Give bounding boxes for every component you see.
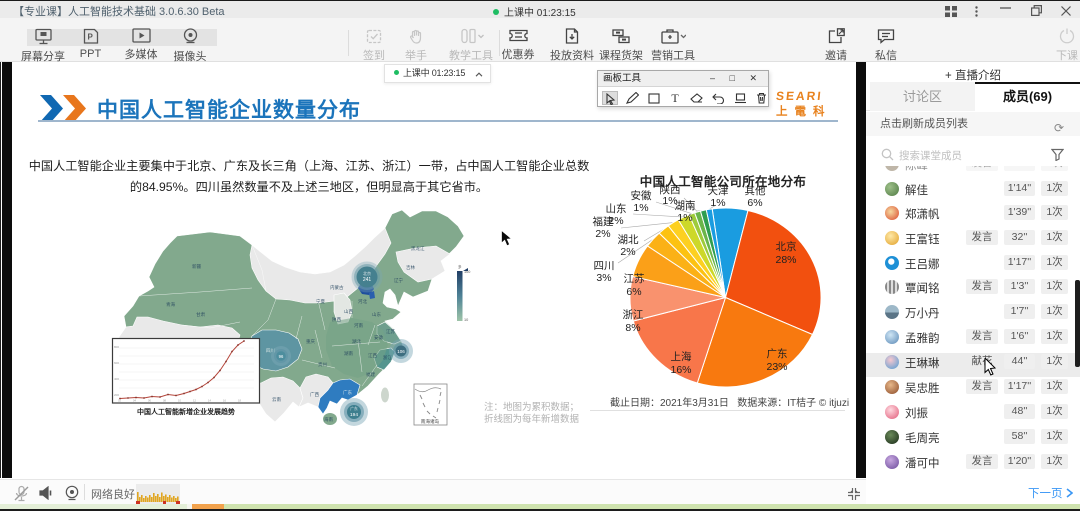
- svg-text:青海: 青海: [166, 301, 175, 308]
- svg-text:甘肃: 甘肃: [196, 311, 205, 318]
- svg-text:天津: 天津: [708, 185, 729, 197]
- svg-text:陕西: 陕西: [332, 316, 341, 323]
- svg-text:2%: 2%: [595, 228, 610, 240]
- svg-text:96: 96: [279, 354, 284, 359]
- svg-text:河北: 河北: [358, 298, 367, 305]
- svg-text:四川: 四川: [594, 260, 615, 272]
- svg-text:广东: 广东: [343, 389, 352, 396]
- svg-text:广东: 广东: [350, 406, 358, 411]
- svg-text:8%: 8%: [625, 322, 640, 334]
- svg-text:3%: 3%: [596, 272, 611, 284]
- svg-text:16%: 16%: [670, 364, 691, 376]
- svg-text:湖南: 湖南: [675, 199, 696, 212]
- svg-text:截止日期：2021年3月31日 数据来源：IT桔子 ©: 截止日期：2021年3月31日 数据来源：IT桔子 © itjuzi.com: [610, 396, 850, 409]
- svg-text:28%: 28%: [775, 254, 796, 266]
- svg-text:南海诸岛: 南海诸岛: [421, 418, 440, 425]
- svg-text:10: 10: [464, 318, 468, 322]
- svg-text:新疆: 新疆: [192, 263, 201, 270]
- svg-text:山西: 山西: [344, 308, 353, 315]
- svg-text:241: 241: [363, 277, 372, 283]
- svg-text:福建: 福建: [366, 371, 375, 378]
- svg-text:浙江: 浙江: [623, 309, 644, 321]
- svg-text:江苏: 江苏: [386, 328, 395, 335]
- svg-text:海南: 海南: [324, 416, 333, 423]
- svg-text:贵州: 贵州: [318, 361, 327, 368]
- svg-text:江西: 江西: [368, 352, 377, 359]
- svg-text:内蒙古: 内蒙古: [330, 284, 344, 291]
- svg-text:中国人工智能新增企业发展趋势: 中国人工智能新增企业发展趋势: [137, 407, 235, 416]
- svg-text:湖北: 湖北: [618, 234, 639, 246]
- svg-text:6%: 6%: [626, 286, 641, 298]
- svg-text:宁夏: 宁夏: [316, 298, 325, 304]
- svg-text:400: 400: [114, 377, 119, 381]
- svg-text:多: 多: [458, 264, 462, 269]
- svg-text:1%: 1%: [677, 212, 692, 224]
- svg-text:600: 600: [114, 361, 119, 365]
- svg-text:安徽: 安徽: [631, 189, 652, 202]
- svg-text:云南: 云南: [272, 396, 281, 403]
- svg-text:194: 194: [350, 412, 358, 418]
- svg-text:吉林: 吉林: [406, 264, 415, 271]
- svg-text:1%: 1%: [710, 197, 725, 209]
- svg-text:湖北: 湖北: [352, 338, 361, 345]
- svg-text:23%: 23%: [766, 361, 787, 373]
- svg-text:黑龙江: 黑龙江: [411, 245, 425, 252]
- svg-text:北京: 北京: [776, 240, 797, 253]
- svg-text:北京: 北京: [363, 270, 371, 276]
- svg-text:2%: 2%: [608, 215, 623, 227]
- svg-text:P: P: [87, 33, 93, 42]
- svg-text:湖南: 湖南: [344, 350, 353, 357]
- svg-text:200: 200: [114, 393, 119, 397]
- svg-text:广东: 广东: [767, 347, 788, 360]
- svg-text:800: 800: [114, 345, 119, 349]
- svg-text:2%: 2%: [620, 246, 635, 258]
- svg-text:上海: 上海: [671, 350, 692, 363]
- svg-text:其他: 其他: [745, 184, 766, 197]
- svg-text:江苏: 江苏: [624, 272, 645, 285]
- svg-text:重庆: 重庆: [306, 338, 315, 345]
- svg-text:山东: 山东: [606, 202, 627, 215]
- svg-text:广西: 广西: [310, 391, 319, 398]
- svg-text:6%: 6%: [747, 197, 762, 209]
- svg-text:1%: 1%: [633, 202, 648, 214]
- svg-text:河南: 河南: [354, 322, 363, 328]
- svg-text:辽宁: 辽宁: [394, 277, 403, 284]
- svg-text:安徽: 安徽: [374, 334, 383, 341]
- svg-text:山东: 山东: [372, 311, 381, 318]
- svg-text:106: 106: [397, 349, 405, 354]
